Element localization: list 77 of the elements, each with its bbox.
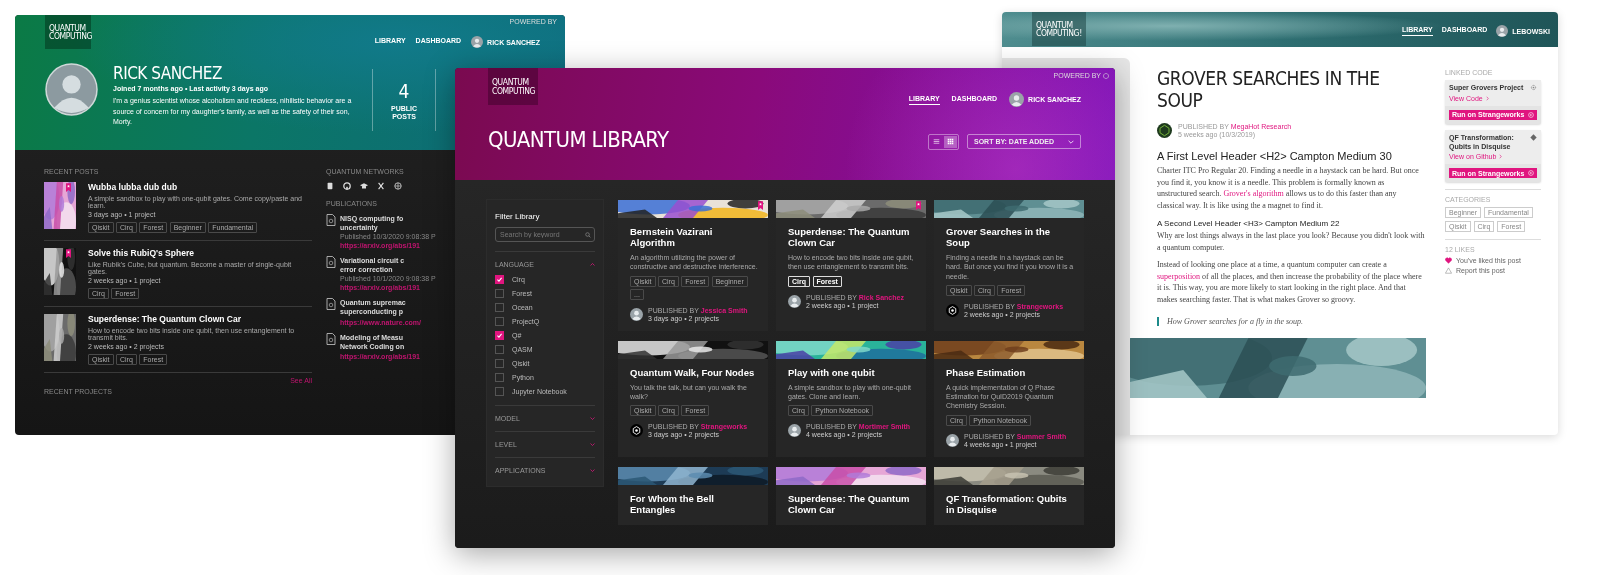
text-link[interactable]: superposition	[1157, 271, 1201, 281]
stat-value: 4	[398, 79, 410, 102]
post-title[interactable]: Wubba lubba dub dub	[88, 182, 312, 192]
grid-view-button[interactable]	[944, 135, 957, 148]
article-title: GROVER SEARCHES IN THE SOUP	[1157, 67, 1381, 111]
profile-name: RICK SANCHEZ	[113, 63, 223, 83]
diamond-icon	[1530, 133, 1537, 141]
filter-title: Filter Library	[495, 212, 541, 221]
gear-icon	[1530, 84, 1537, 91]
avatar	[788, 294, 801, 308]
logo[interactable]: QUANTUM COMPUTING!	[1032, 12, 1086, 46]
card-title[interactable]: Bernstein Vazirani Algorithm	[630, 226, 758, 249]
article-subheading: A Second Level Header <H3> Campton Medium 22	[1157, 219, 1341, 228]
play-icon	[1528, 170, 1534, 177]
graduation-cap-icon[interactable]	[360, 182, 368, 190]
publisher-logo-icon	[630, 424, 643, 438]
post-title[interactable]: Solve this RubiQ's Sphere	[88, 248, 312, 258]
hexagon-logo-icon	[1103, 72, 1109, 79]
avatar	[630, 308, 643, 322]
project-card[interactable]: For Whom the Bell Entangles	[618, 466, 768, 525]
post-title[interactable]: Superdense: The Quantum Clown Car	[88, 314, 312, 324]
chevron-icon	[1499, 154, 1503, 160]
play-icon	[1528, 111, 1534, 118]
article-paragraph: Why are lost things always in the last place you look? Because you didn't look with a quantum computer.	[1157, 230, 1425, 253]
avatar	[1496, 25, 1509, 37]
page-title: QUANTUM LIBRARY	[488, 127, 669, 152]
logo[interactable]: QUANTUM COMPUTING	[488, 68, 538, 105]
checkbox[interactable]	[495, 275, 504, 284]
checkbox[interactable]	[495, 317, 504, 326]
grid-icon	[947, 138, 954, 145]
logo[interactable]: QUANTUM COMPUTING	[45, 15, 91, 49]
card-title[interactable]: QF Transformation: Qubits in Disquise	[946, 492, 1074, 516]
caption-quote: How Grover searches for a fly in the soup.	[1157, 317, 1425, 326]
document-icon	[326, 256, 336, 269]
x-logo-icon[interactable]	[377, 182, 385, 190]
card-title[interactable]: Grover Searches in the Soup	[946, 226, 1074, 249]
article-heading: A First Level Header <H2> Campton Medium 30	[1157, 150, 1393, 162]
checkbox[interactable]	[495, 303, 504, 312]
card-title[interactable]: Play with one qubit	[788, 367, 916, 379]
avatar	[788, 424, 801, 438]
document-icon	[326, 332, 336, 345]
checkbox[interactable]	[495, 373, 504, 382]
caret-icon	[1068, 139, 1074, 144]
chevron-icon[interactable]	[590, 443, 595, 446]
text-link[interactable]: Grover's algorithm	[1223, 189, 1284, 198]
bookmark-icon[interactable]	[66, 248, 71, 259]
checkbox[interactable]	[495, 289, 504, 298]
checkbox[interactable]	[495, 359, 504, 368]
avatar	[1009, 92, 1025, 107]
document-icon	[326, 298, 336, 311]
list-icon	[933, 138, 940, 145]
card-title[interactable]: Superdense: The Quantum Clown Car	[788, 226, 916, 249]
card-title[interactable]: Phase Estimation	[946, 367, 1074, 379]
document-icon	[326, 214, 336, 226]
chevron-icon[interactable]	[590, 263, 595, 266]
chevron-icon[interactable]	[590, 469, 595, 472]
card-title[interactable]: Quantum Walk, Four Nodes	[630, 367, 758, 379]
project-card[interactable]: Superdense: The Quantum Clown Car	[776, 466, 926, 525]
publisher-logo-icon	[1157, 123, 1172, 138]
chevron-icon[interactable]	[590, 417, 595, 420]
bookmark-icon[interactable]	[758, 200, 763, 211]
globe-icon[interactable]	[394, 182, 402, 190]
publisher-logo-icon	[946, 304, 959, 318]
avatar	[471, 36, 484, 48]
heart-icon[interactable]	[1445, 257, 1452, 265]
checkbox[interactable]	[495, 387, 504, 396]
checkbox[interactable]	[495, 345, 504, 354]
card-title[interactable]: Superdense: The Quantum Clown Car	[788, 492, 916, 516]
project-card[interactable]: QF Transformation: Qubits in Disquise	[934, 466, 1084, 525]
search-icon[interactable]	[585, 231, 591, 238]
avatar	[45, 63, 98, 116]
checkbox[interactable]	[495, 331, 504, 340]
chevron-icon	[1485, 95, 1489, 101]
article-paragraph: Instead of looking one place at a time, a quantum computer can create a superposition of all the places, and then increase the probability of the place where it is. This way, you are more likely to start looking in the right place. And that makes searching faster. That is what makes Grover so groovy.	[1157, 259, 1423, 305]
avatar	[946, 433, 959, 447]
article-paragraph: Charter ITC Pro Regular 20. Finding a needle in a haystack can be hard. But once you find it, you know it is a needle. This problem is formally known as unstructured search. Grover's algorithm allows us to do this faster than any classical way. It is like using the a magnet to find it.	[1157, 165, 1420, 211]
card-title[interactable]: For Whom the Bell Entangles	[630, 492, 758, 516]
